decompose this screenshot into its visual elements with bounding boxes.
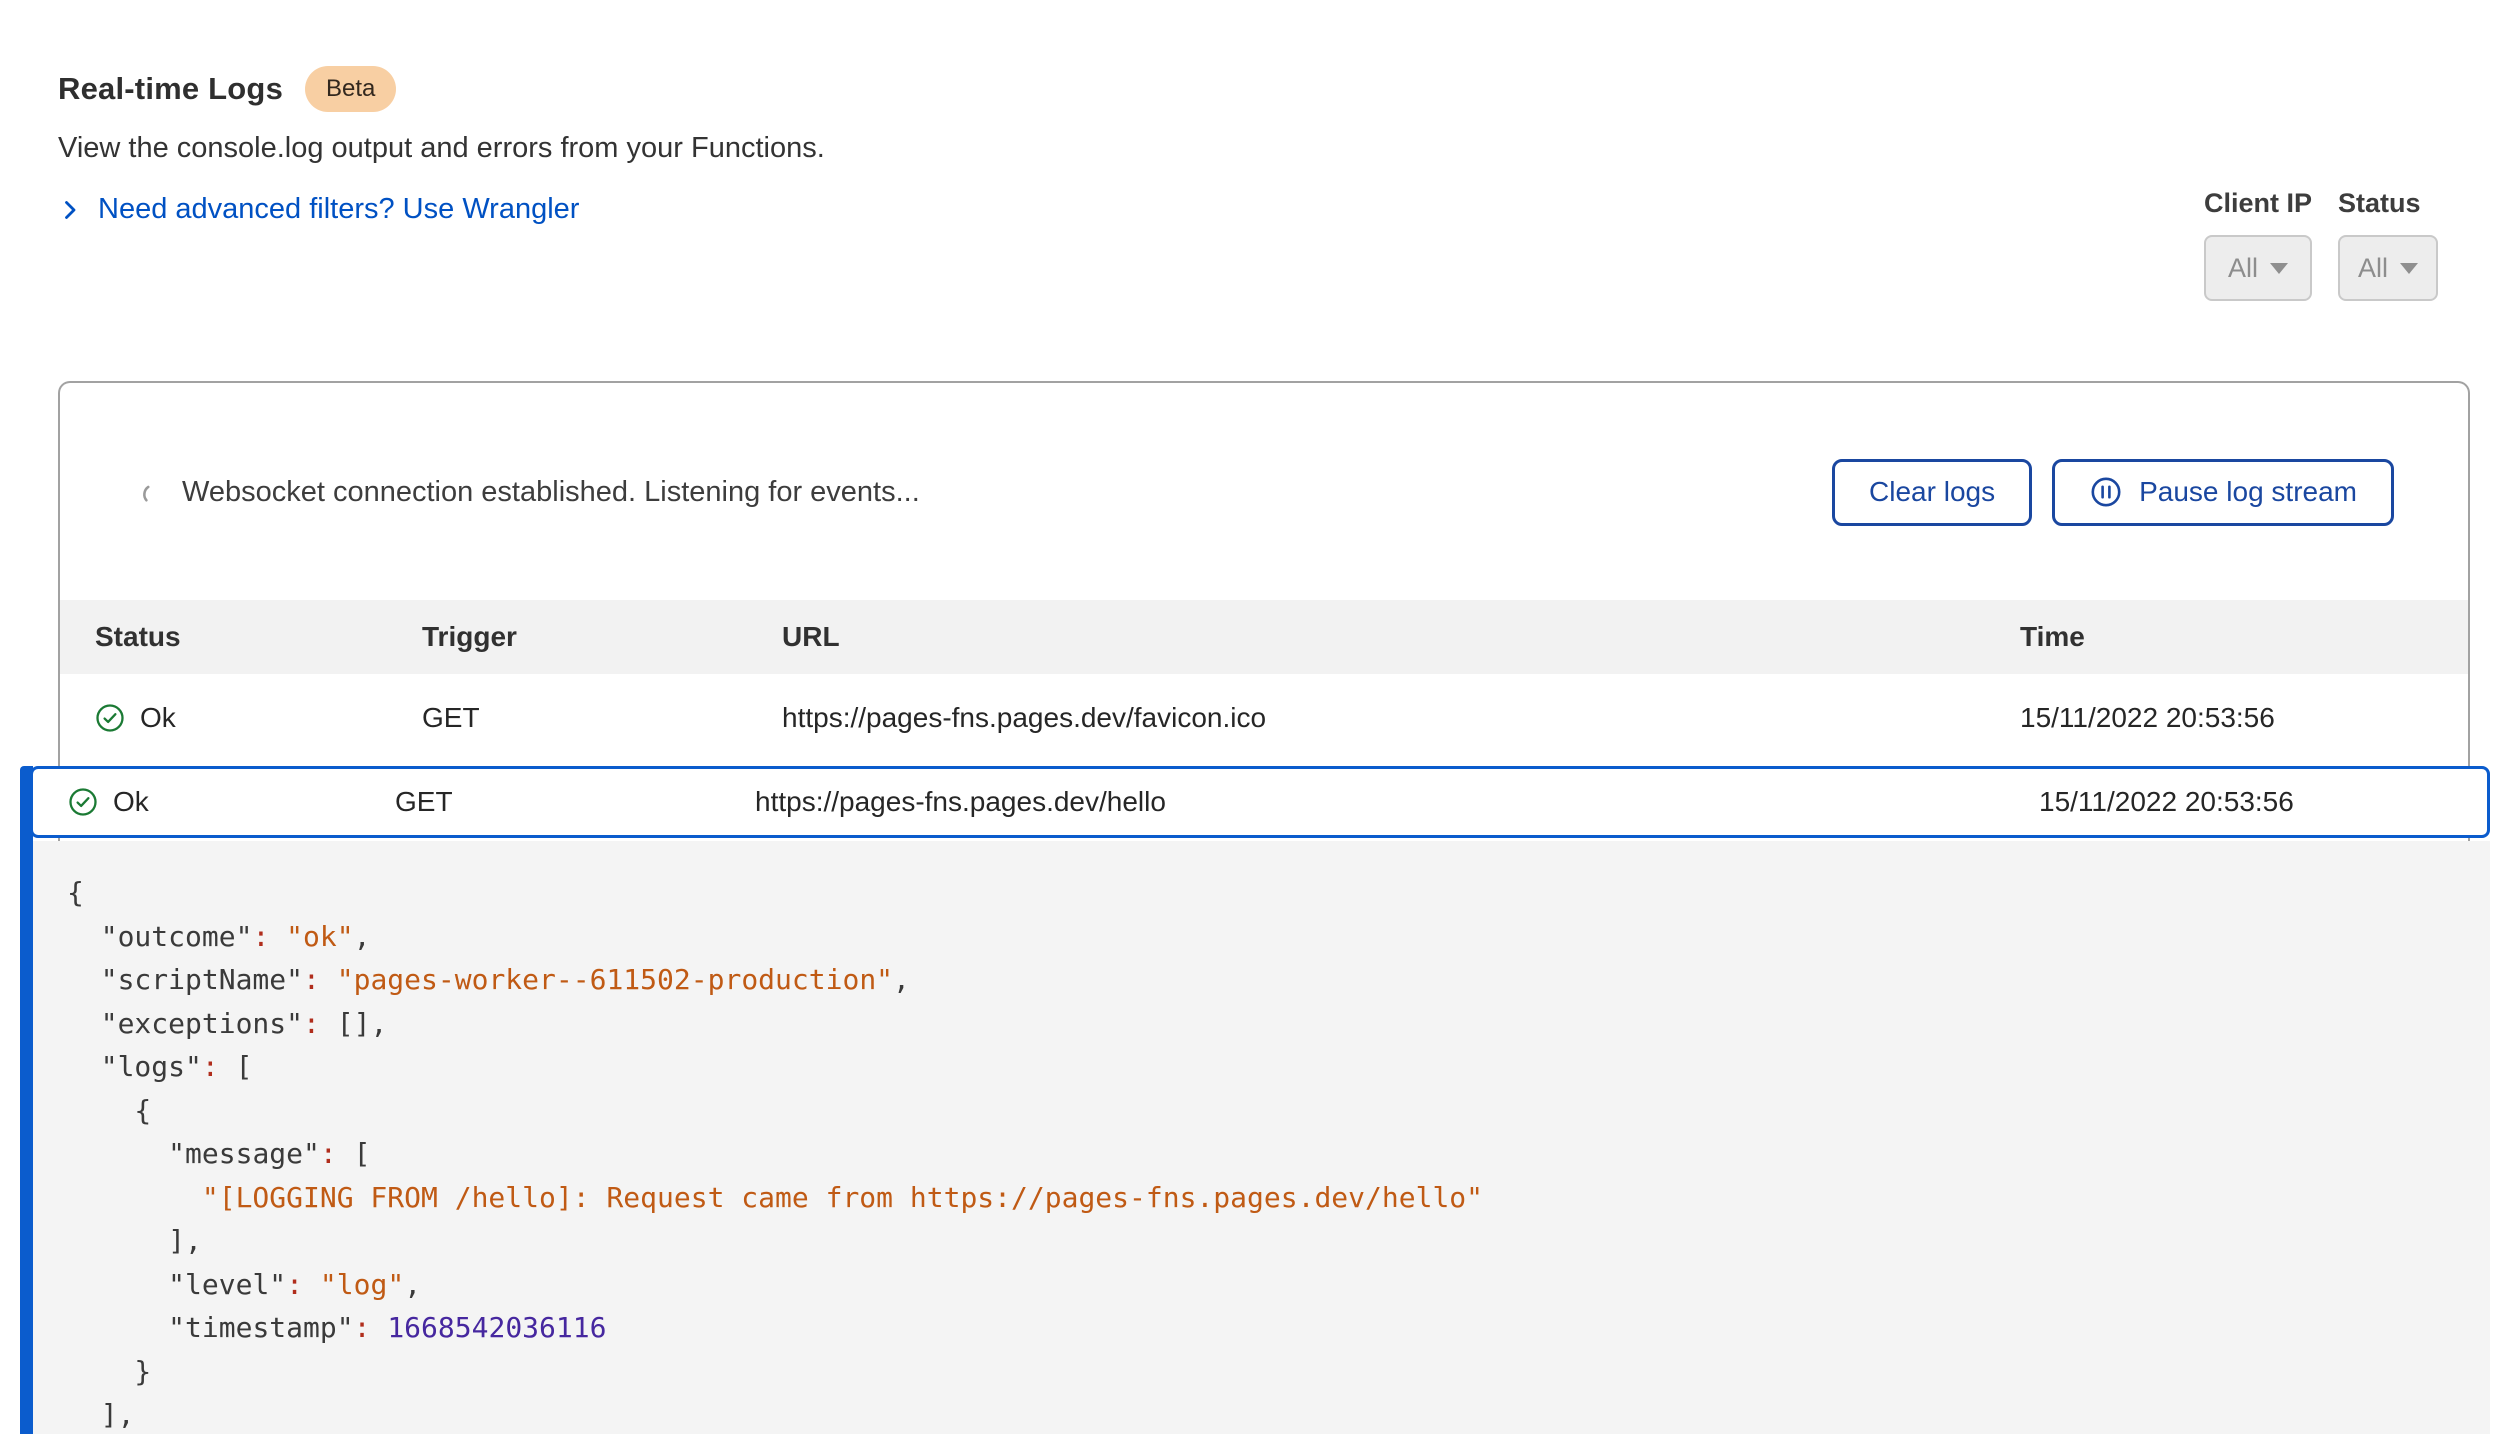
clear-logs-button[interactable]: Clear logs	[1832, 459, 2032, 526]
success-check-icon	[95, 703, 125, 733]
trigger-value: GET	[395, 786, 755, 818]
wrangler-link[interactable]: Need advanced filters? Use Wrangler	[58, 193, 579, 226]
url-value: https://pages-fns.pages.dev/hello	[755, 786, 2039, 818]
column-header-url: URL	[782, 621, 2020, 653]
chevron-right-icon	[58, 198, 82, 222]
focus-accent-bar	[20, 766, 33, 1434]
status-value: Ok	[113, 786, 149, 818]
client-ip-filter-dropdown[interactable]: All	[2204, 235, 2312, 301]
beta-badge: Beta	[305, 66, 396, 112]
time-value: 15/11/2022 20:53:56	[2039, 786, 2487, 818]
table-row[interactable]: Ok GET https://pages-fns.pages.dev/favic…	[60, 674, 2468, 762]
client-ip-filter-label: Client IP	[2204, 188, 2312, 219]
table-row-expanded[interactable]: Ok GET https://pages-fns.pages.dev/hello…	[30, 766, 2490, 838]
client-ip-filter-value: All	[2228, 253, 2258, 284]
connection-message: Websocket connection established. Listen…	[182, 476, 920, 509]
pause-log-stream-button[interactable]: Pause log stream	[2052, 459, 2394, 526]
logs-toolbar: Websocket connection established. Listen…	[60, 383, 2468, 600]
column-header-time: Time	[2020, 621, 2468, 653]
page-title: Real-time Logs	[58, 71, 283, 107]
column-header-trigger: Trigger	[422, 621, 782, 653]
connection-status: Websocket connection established. Listen…	[140, 476, 920, 509]
realtime-logs-page: Real-time Logs Beta View the console.log…	[0, 0, 2508, 1434]
success-check-icon	[68, 787, 98, 817]
chevron-down-icon	[2270, 263, 2288, 274]
log-json: { "outcome": "ok", "scriptName": "pages-…	[33, 841, 2490, 1434]
status-filter-dropdown[interactable]: All	[2338, 235, 2438, 301]
filters: Client IP All Status All	[2204, 188, 2438, 301]
url-value: https://pages-fns.pages.dev/favicon.ico	[782, 702, 2020, 734]
column-header-status: Status	[60, 621, 422, 653]
status-value: Ok	[140, 702, 176, 734]
table-header: Status Trigger URL Time	[60, 600, 2468, 674]
page-subtitle: View the console.log output and errors f…	[58, 132, 2438, 165]
expanded-log-entry: Ok GET https://pages-fns.pages.dev/hello…	[20, 766, 2490, 1434]
status-filter-label: Status	[2338, 188, 2438, 219]
trigger-value: GET	[422, 702, 782, 734]
wrangler-link-label: Need advanced filters? Use Wrangler	[98, 193, 579, 226]
spinner-icon	[140, 479, 162, 505]
chevron-down-icon	[2400, 263, 2418, 274]
time-value: 15/11/2022 20:53:56	[2020, 702, 2468, 734]
pause-icon	[2089, 475, 2123, 509]
status-filter-value: All	[2358, 253, 2388, 284]
page-header: Real-time Logs Beta View the console.log…	[0, 0, 2508, 227]
